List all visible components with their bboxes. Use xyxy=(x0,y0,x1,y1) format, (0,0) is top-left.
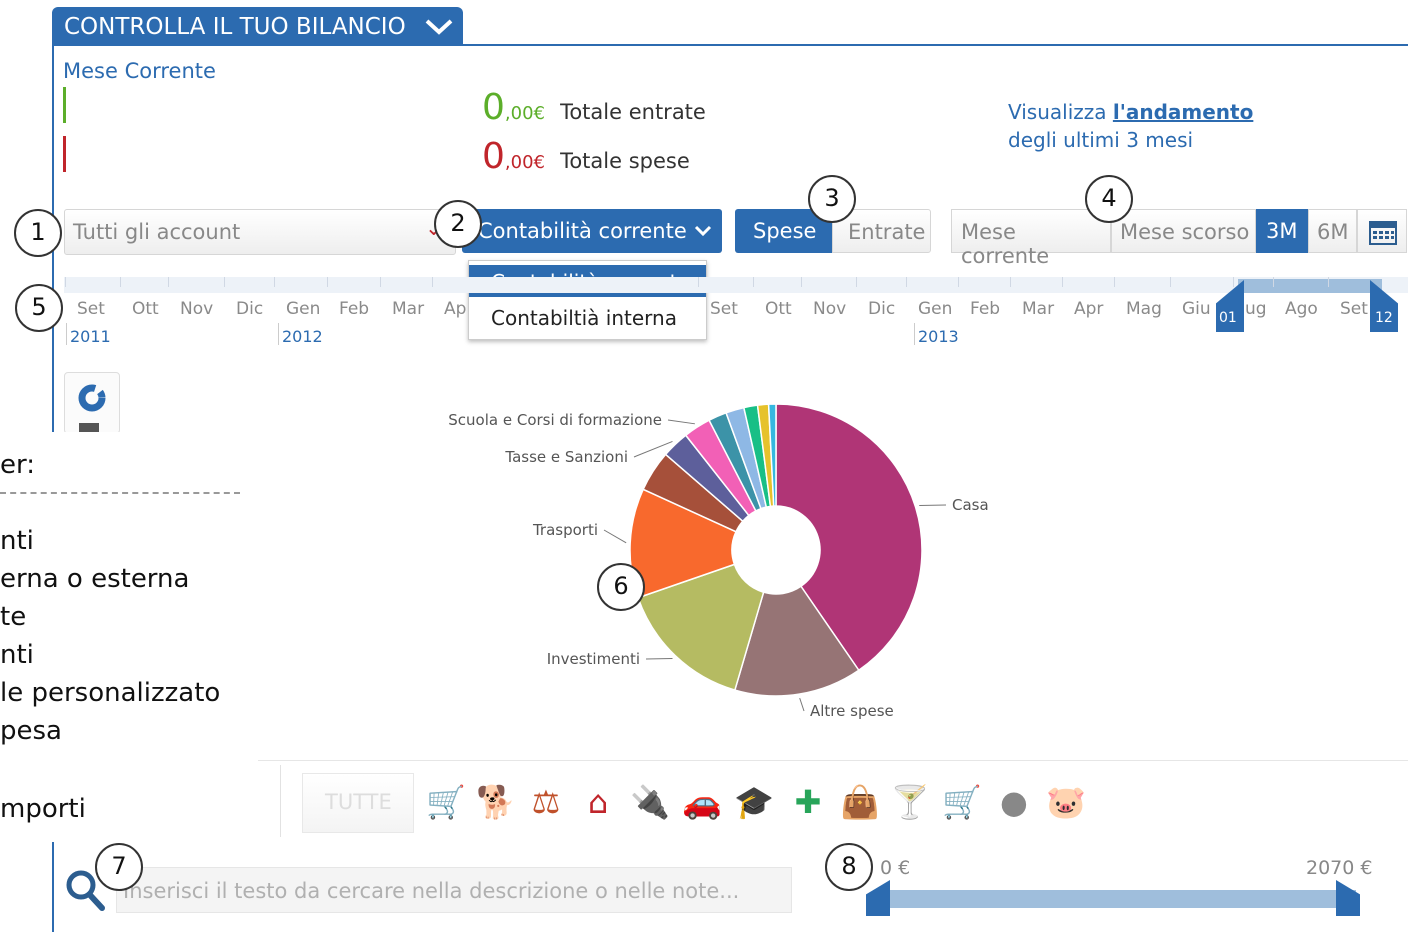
pie-label: Altre spese xyxy=(810,702,894,720)
amount-max-label: 2070 € xyxy=(1306,857,1373,879)
callout-marker-5: 5 xyxy=(15,284,63,332)
callout-marker-8: 8 xyxy=(825,843,873,891)
callout-marker-6: 6 xyxy=(597,563,645,611)
pie-label-connector xyxy=(603,529,627,544)
stroller-icon[interactable]: 🛒 xyxy=(424,780,468,824)
pie-label-connector xyxy=(667,419,695,425)
pie-label: Investimenti xyxy=(547,650,640,668)
callout-marker-7: 7 xyxy=(95,843,143,891)
callout-marker-3: 3 xyxy=(808,175,856,223)
category-all-button[interactable]: TUTTE xyxy=(302,773,414,833)
health-cross-icon[interactable]: ✚ xyxy=(786,780,830,824)
category-all-label: TUTTE xyxy=(325,790,392,814)
cocktail-icon[interactable]: 🍸 xyxy=(888,780,932,824)
callout-marker-2: 2 xyxy=(434,200,482,248)
pie-label: Casa xyxy=(952,496,989,514)
coins-icon[interactable]: ● xyxy=(992,780,1036,824)
car-icon[interactable]: 🚗 xyxy=(680,780,724,824)
plug-icon[interactable]: 🔌 xyxy=(628,780,672,824)
pie-label-connector xyxy=(799,697,805,712)
piggy-bank-icon[interactable]: 🐷 xyxy=(1044,780,1088,824)
pie-label: Trasporti xyxy=(532,521,598,539)
callout-marker-4: 4 xyxy=(1085,175,1133,223)
search-placeholder: Inserisci il testo da cercare nella desc… xyxy=(123,879,740,903)
cart-icon[interactable]: 🛒 xyxy=(940,780,984,824)
amount-min-label: 0 € xyxy=(880,857,911,879)
category-vertical-divider xyxy=(280,765,281,837)
pie-label: Tasse e Sanzioni xyxy=(504,448,628,466)
graduation-cap-icon[interactable]: 🎓 xyxy=(732,780,776,824)
search-input[interactable]: Inserisci il testo da cercare nella desc… xyxy=(116,867,792,913)
category-divider xyxy=(258,760,1408,761)
pie-label: Scuola e Corsi di formazione xyxy=(448,411,662,429)
shopping-bag-icon[interactable]: 👜 xyxy=(838,780,882,824)
balance-scale-icon[interactable]: ⚖ xyxy=(524,780,568,824)
callout-marker-1: 1 xyxy=(14,209,62,257)
pet-icon[interactable]: 🐕 xyxy=(474,780,518,824)
home-icon[interactable]: ⌂ xyxy=(576,780,620,824)
amount-range-slider[interactable] xyxy=(876,890,1356,908)
